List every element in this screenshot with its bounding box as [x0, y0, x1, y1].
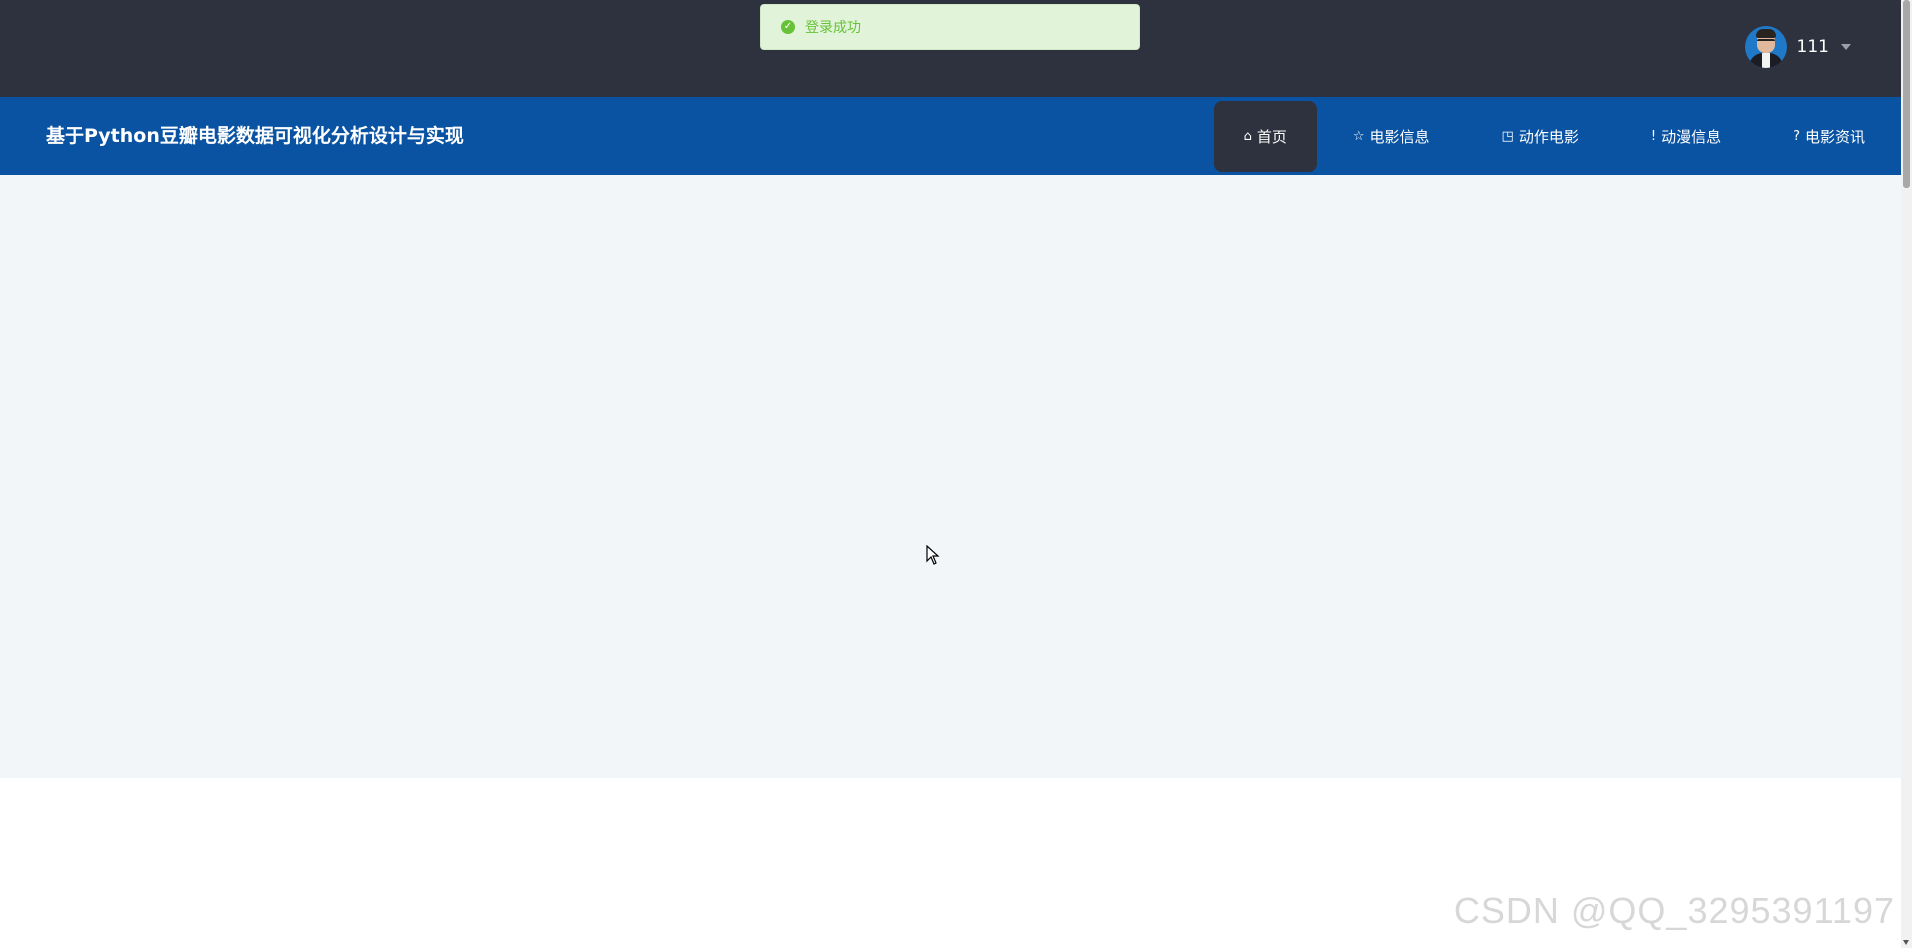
- mouse-cursor-icon: [926, 545, 940, 565]
- warning-icon: !: [1650, 128, 1657, 144]
- shopping-bag-icon: ◳: [1501, 128, 1514, 144]
- nav-menu: ⌂ 首页 ☆ 电影信息 ◳ 动作电影 ! 动漫信息 ? 电影资讯: [1213, 97, 1901, 175]
- chevron-down-icon[interactable]: [1841, 44, 1851, 50]
- vertical-scrollbar[interactable]: [1901, 0, 1912, 948]
- nav-item-movie-news[interactable]: ? 电影资讯: [1757, 97, 1901, 175]
- star-icon: ☆: [1352, 128, 1365, 144]
- scrollbar-thumb[interactable]: [1903, 0, 1910, 188]
- nav-item-label: 动漫信息: [1661, 127, 1722, 146]
- nav-item-label: 电影信息: [1369, 127, 1430, 146]
- nav-item-home[interactable]: ⌂ 首页: [1213, 101, 1317, 172]
- question-icon: ?: [1793, 128, 1800, 144]
- main-content: [0, 175, 1901, 778]
- nav-item-movie-info[interactable]: ☆ 电影信息: [1317, 97, 1466, 175]
- main-navbar: 基于Python豆瓣电影数据可视化分析设计与实现 ⌂ 首页 ☆ 电影信息 ◳ 动…: [0, 97, 1901, 175]
- nav-item-label: 动作电影: [1518, 127, 1579, 146]
- page: 111 ✓ 登录成功 基于Python豆瓣电影数据可视化分析设计与实现 ⌂ 首页…: [0, 0, 1912, 948]
- nav-item-anime-info[interactable]: ! 动漫信息: [1615, 97, 1757, 175]
- nav-item-label: 首页: [1256, 128, 1287, 146]
- success-toast: ✓ 登录成功: [760, 4, 1140, 50]
- nav-item-label: 电影资讯: [1804, 127, 1865, 146]
- site-title: 基于Python豆瓣电影数据可视化分析设计与实现: [46, 125, 464, 147]
- nav-item-action-movies[interactable]: ◳ 动作电影: [1466, 97, 1615, 175]
- user-menu[interactable]: 111: [1744, 26, 1851, 68]
- toast-message: 登录成功: [805, 20, 861, 36]
- username[interactable]: 111: [1797, 37, 1829, 57]
- watermark: CSDN @QQ_3295391197: [1453, 890, 1895, 931]
- scroll-down-arrow-icon[interactable]: [1903, 940, 1909, 945]
- home-icon: ⌂: [1243, 129, 1252, 144]
- success-check-icon: ✓: [781, 20, 795, 34]
- footer-area: CSDN @QQ_3295391197: [0, 778, 1901, 948]
- user-avatar[interactable]: [1744, 26, 1787, 68]
